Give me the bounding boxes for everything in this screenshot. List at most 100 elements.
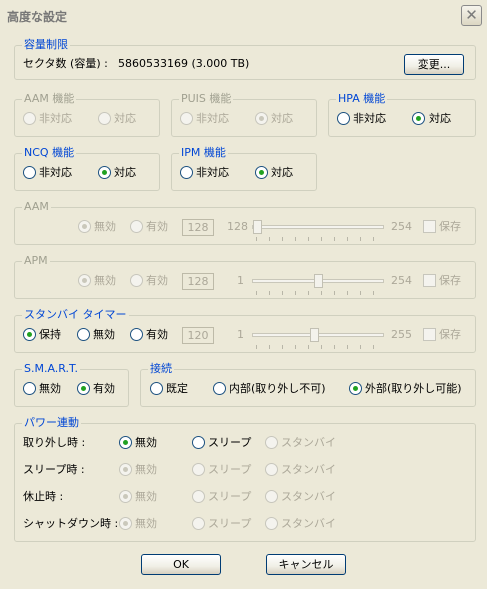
standby-disabled-radio[interactable] (77, 328, 90, 341)
standby-disabled-label[interactable]: 無効 (93, 328, 115, 342)
sector-label: セクタ数 (容量) : (23, 57, 108, 70)
on-removal-disabled-radio[interactable] (119, 436, 132, 449)
aam-unsupported-label: 非対応 (39, 112, 72, 125)
aam-group: AAM 無効 有効 128 128 254 保存 (14, 200, 476, 245)
smart-disabled-radio[interactable] (23, 382, 36, 395)
apm-max-label: 254 (391, 274, 412, 287)
standby-min-label: 1 (237, 328, 244, 341)
aam-slider-ticks (256, 237, 386, 241)
standby-keep-label[interactable]: 保持 (39, 328, 61, 342)
aam-slider-thumb (253, 220, 262, 234)
puis-unsupported-radio (180, 112, 193, 125)
connection-external-radio[interactable] (349, 382, 362, 395)
close-button[interactable]: ✕ (461, 5, 482, 26)
on-hibernate-sleep-label: スリープ (208, 490, 252, 503)
on-sleep-standby-radio (265, 463, 278, 476)
on-shutdown-standby-label: スタンバイ (281, 517, 336, 530)
aam-save-label: 保存 (439, 220, 461, 233)
aam-feature-title: AAM 機能 (22, 92, 77, 106)
aam-save-checkbox (423, 220, 436, 233)
on-removal-sleep-label[interactable]: スリープ (208, 436, 251, 450)
cancel-button[interactable]: キャンセル (266, 554, 346, 575)
smart-enabled-radio[interactable] (77, 382, 90, 395)
smart-group-title: S.M.A.R.T. (22, 362, 80, 376)
apm-enabled-radio (130, 274, 143, 287)
puis-feature-title: PUIS 機能 (179, 92, 234, 106)
capacity-group-title: 容量制限 (22, 38, 70, 52)
on-removal-disabled-label[interactable]: 無効 (135, 436, 157, 450)
sector-value: 5860533169 (3.000 TB) (118, 57, 250, 70)
standby-keep-radio[interactable] (23, 328, 36, 341)
aam-feature-group: AAM 機能 非対応 対応 (14, 92, 160, 137)
ncq-unsupported-label[interactable]: 非対応 (39, 166, 72, 180)
ncq-feature-group: NCQ 機能 非対応 対応 (14, 146, 160, 191)
hpa-feature-title: HPA 機能 (336, 92, 388, 106)
on-hibernate-standby-label: スタンバイ (281, 490, 336, 503)
ncq-supported-radio[interactable] (98, 166, 111, 179)
hpa-supported-radio[interactable] (412, 112, 425, 125)
ipm-feature-title: IPM 機能 (179, 146, 228, 160)
aam-max-label: 254 (391, 220, 412, 233)
standby-max-label: 255 (391, 328, 412, 341)
standby-enabled-label[interactable]: 有効 (146, 328, 168, 342)
hpa-supported-label[interactable]: 対応 (429, 112, 451, 126)
puis-supported-radio (255, 112, 268, 125)
puis-unsupported-label: 非対応 (196, 112, 229, 125)
close-icon: ✕ (465, 6, 478, 24)
on-hibernate-sleep-radio (192, 490, 205, 503)
standby-slider-ticks (256, 345, 386, 349)
ipm-unsupported-radio[interactable] (180, 166, 193, 179)
hpa-feature-group: HPA 機能 非対応 対応 (328, 92, 476, 137)
aam-supported-radio (98, 112, 111, 125)
aam-unsupported-radio (23, 112, 36, 125)
power-link-group: パワー連動 取り外し時 : 無効 スリープ スタンバイ スリープ時 : 無効 ス… (14, 416, 476, 542)
ipm-unsupported-label[interactable]: 非対応 (196, 166, 229, 180)
connection-internal-radio[interactable] (213, 382, 226, 395)
on-shutdown-standby-radio (265, 517, 278, 530)
on-sleep-disabled-radio (119, 463, 132, 476)
ncq-unsupported-radio[interactable] (23, 166, 36, 179)
aam-enabled-label: 有効 (146, 220, 168, 233)
ipm-feature-group: IPM 機能 非対応 対応 (171, 146, 317, 191)
capacity-group: 容量制限 セクタ数 (容量) : 5860533169 (3.000 TB) 変… (14, 38, 476, 80)
apm-enabled-label: 有効 (146, 274, 168, 287)
on-removal-standby-label: スタンバイ (281, 436, 336, 449)
change-capacity-button[interactable]: 変更... (404, 54, 464, 75)
ipm-supported-label[interactable]: 対応 (271, 166, 293, 180)
aam-slider-track (252, 225, 384, 229)
ncq-feature-title: NCQ 機能 (22, 146, 77, 160)
connection-external-label[interactable]: 外部(取り外し可能) (365, 382, 462, 396)
standby-slider-thumb (309, 328, 319, 342)
on-sleep-disabled-label: 無効 (135, 463, 157, 476)
hpa-unsupported-label[interactable]: 非対応 (353, 112, 386, 126)
aam-disabled-radio (78, 220, 91, 233)
on-removal-sleep-radio[interactable] (192, 436, 205, 449)
title-bar: 高度な設定 ✕ (0, 0, 487, 31)
smart-enabled-label[interactable]: 有効 (93, 382, 115, 396)
power-row-label: シャットダウン時 : (23, 517, 119, 530)
apm-min-label: 1 (237, 274, 244, 287)
connection-default-radio[interactable] (150, 382, 163, 395)
on-shutdown-sleep-radio (192, 517, 205, 530)
on-sleep-sleep-label: スリープ (208, 463, 252, 476)
connection-default-label[interactable]: 既定 (166, 382, 188, 396)
puis-feature-group: PUIS 機能 非対応 対応 (171, 92, 317, 137)
on-shutdown-disabled-label: 無効 (135, 517, 157, 530)
standby-value-field: 120 (182, 327, 214, 344)
power-row-label: 取り外し時 : (23, 436, 86, 449)
smart-disabled-label[interactable]: 無効 (39, 382, 61, 396)
apm-value-field: 128 (182, 273, 214, 290)
standby-enabled-radio[interactable] (130, 328, 143, 341)
ok-button[interactable]: OK (141, 554, 221, 575)
ncq-supported-label[interactable]: 対応 (114, 166, 136, 180)
power-row-label: スリープ時 : (23, 463, 85, 476)
connection-internal-label[interactable]: 内部(取り外し不可) (229, 382, 326, 396)
connection-group-title: 接続 (148, 362, 174, 376)
aam-enabled-radio (130, 220, 143, 233)
ipm-supported-radio[interactable] (255, 166, 268, 179)
standby-save-label: 保存 (439, 328, 461, 341)
window-title: 高度な設定 (7, 10, 68, 24)
smart-group: S.M.A.R.T. 無効 有効 (14, 362, 129, 407)
hpa-unsupported-radio[interactable] (337, 112, 350, 125)
on-hibernate-standby-radio (265, 490, 278, 503)
